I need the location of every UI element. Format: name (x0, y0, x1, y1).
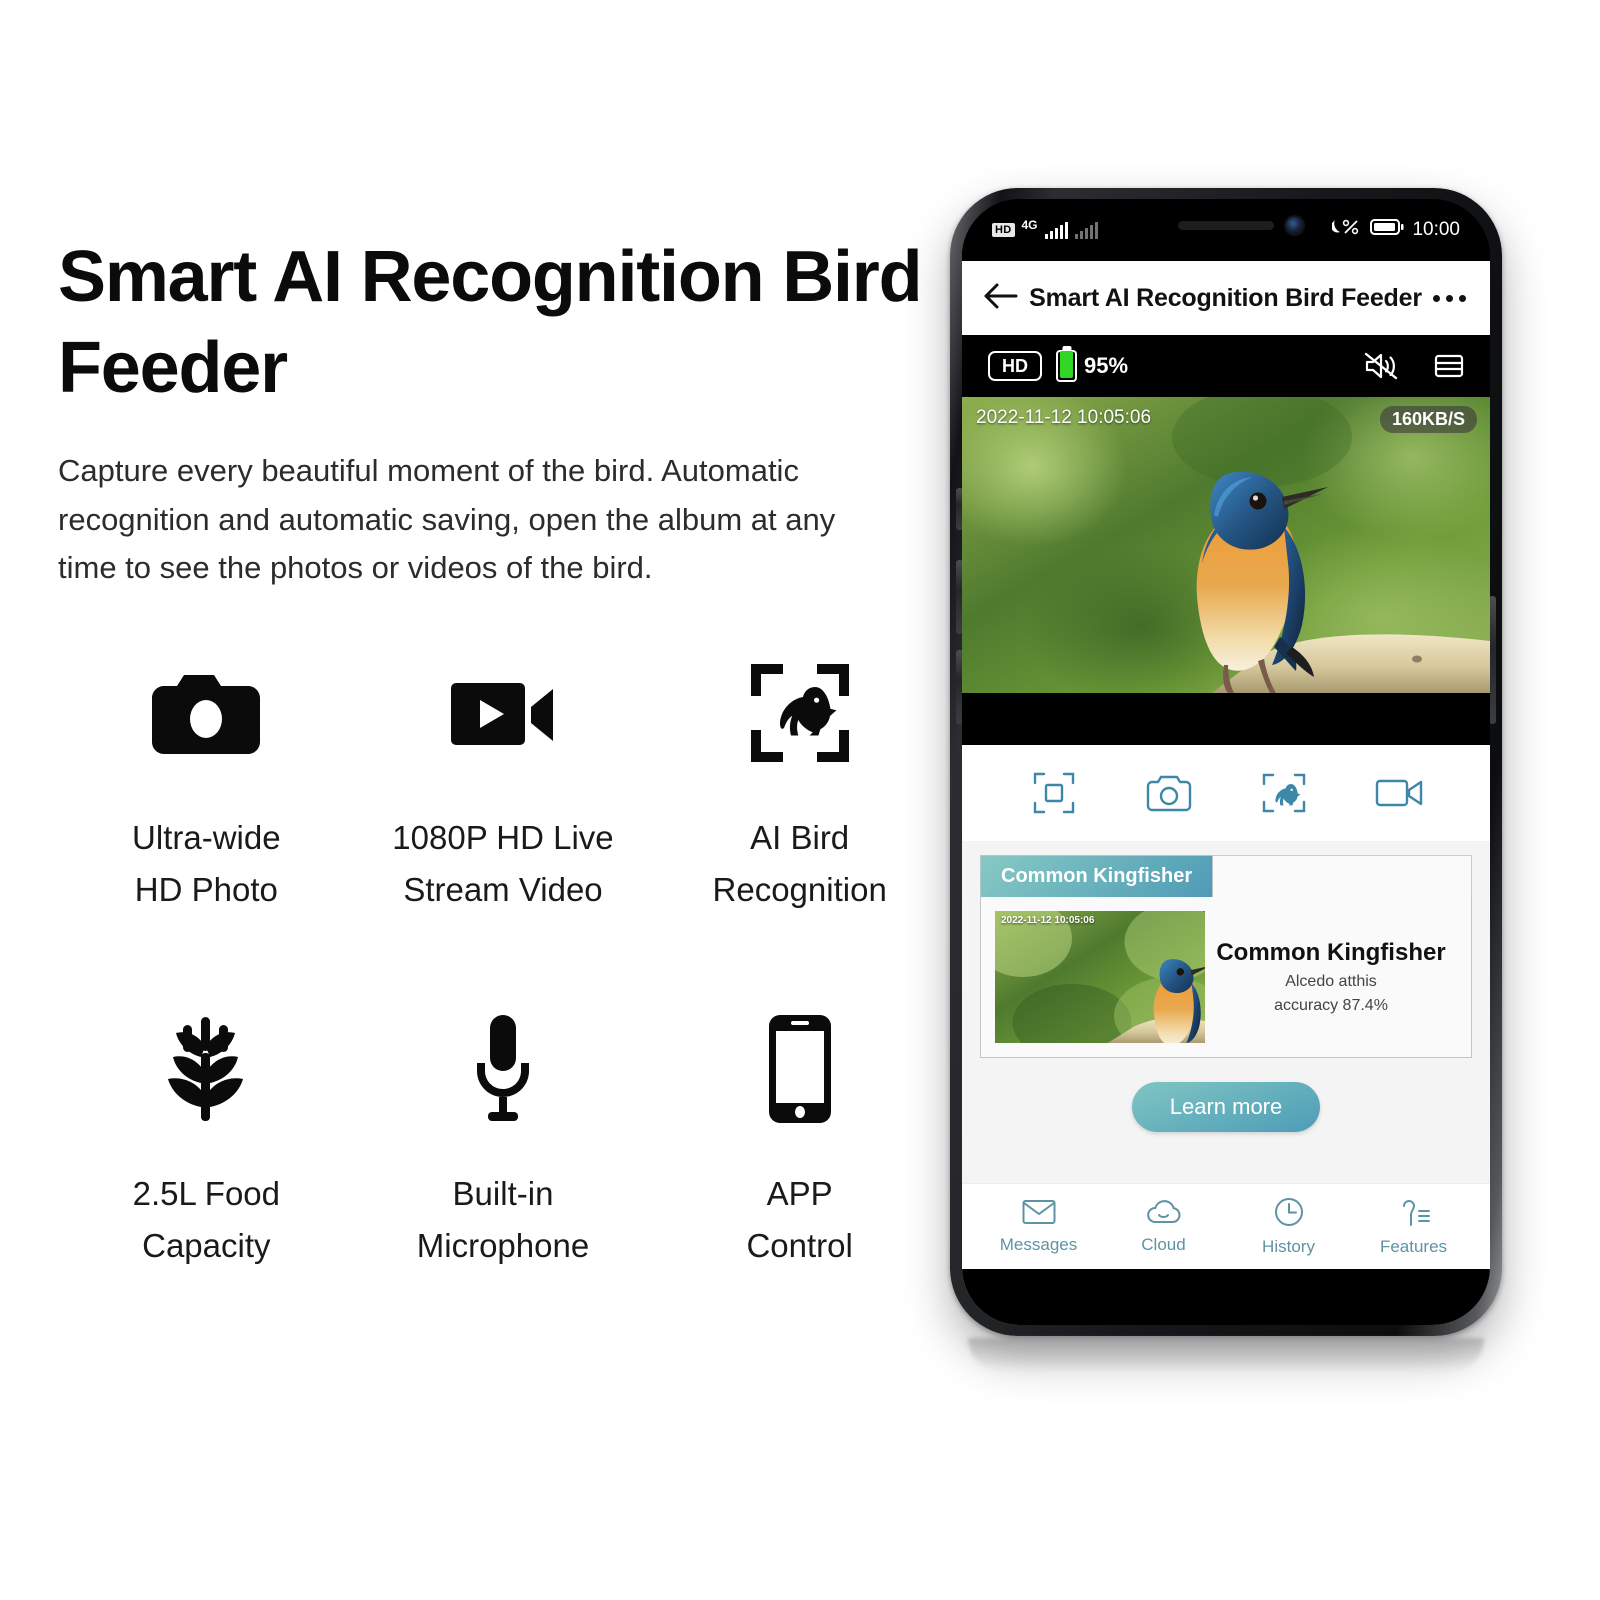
video-frame-image (962, 397, 1490, 693)
nav-label: Features (1379, 1236, 1448, 1256)
detection-thumbnail[interactable]: 2022-11-12 10:05:06 (995, 911, 1205, 1043)
species-info: Common Kingfisher Alcedo atthis accuracy… (1205, 911, 1457, 1043)
back-arrow-icon[interactable] (984, 283, 1018, 314)
video-timestamp: 2022-11-12 10:05:06 (976, 407, 1152, 428)
phone-mockup: HD 4G 10:00 Smart AI Recognition Bird Fe… (938, 180, 1518, 1380)
video-letterbox (962, 693, 1490, 745)
nav-item-messages[interactable]: Messages (976, 1199, 1101, 1255)
bottom-nav-bar: Messages Cloud History Features (962, 1183, 1490, 1269)
content-panel: Common Kingfisher 2022-11-12 10:05:06 Co… (962, 745, 1490, 1325)
tab-filler (1213, 855, 1472, 897)
feature-item-ai-bird-recognition: AI Bird Recognition (651, 648, 948, 1004)
nav-item-features[interactable]: Features (1351, 1197, 1476, 1257)
signal-bars-secondary-icon (1074, 221, 1098, 239)
mail-icon (1022, 1199, 1056, 1230)
device-battery-status: 95% (1056, 350, 1128, 382)
recognition-result-area: Common Kingfisher 2022-11-12 10:05:06 Co… (962, 841, 1490, 1183)
nav-item-cloud[interactable]: Cloud (1101, 1199, 1226, 1255)
power-button[interactable] (1489, 596, 1496, 724)
phone-screen: HD 4G 10:00 Smart AI Recognition Bird Fe… (962, 199, 1490, 1325)
feature-grid: Ultra-wide HD Photo 1080P HD Live Stream… (58, 648, 948, 1360)
battery-icon (1370, 218, 1404, 242)
video-icon[interactable] (1341, 776, 1456, 810)
feature-label: Ultra-wide HD Photo (132, 819, 281, 909)
feature-item-ultra-wide-hd-photo: Ultra-wide HD Photo (58, 648, 355, 1004)
front-camera-icon (1286, 217, 1303, 234)
nav-item-history[interactable]: History (1226, 1197, 1351, 1257)
phone-body: HD 4G 10:00 Smart AI Recognition Bird Fe… (950, 188, 1502, 1336)
camera-icon[interactable] (1111, 774, 1226, 812)
action-toolbar (962, 745, 1490, 841)
bird-scan-icon[interactable] (1226, 773, 1341, 813)
signal-bars-icon (1044, 221, 1068, 239)
video-quality-badge[interactable]: HD (988, 350, 1042, 382)
feature-label: APP Control (746, 1175, 853, 1265)
battery-icon (1056, 350, 1077, 382)
features-icon (1397, 1197, 1431, 1232)
phone-screen-bezel: HD 4G 10:00 Smart AI Recognition Bird Fe… (962, 199, 1490, 1325)
feature-label: Built-in Microphone (416, 1175, 590, 1265)
phone-reflection (968, 1338, 1484, 1372)
recognition-card[interactable]: 2022-11-12 10:05:06 Common Kingfisher Al… (980, 897, 1472, 1058)
split-view-icon[interactable] (1434, 353, 1464, 379)
thumbnail-timestamp: 2022-11-12 10:05:06 (1001, 915, 1095, 926)
feature-item-1080p-hd-live-stream-video: 1080P HD Live Stream Video (355, 648, 652, 1004)
video-play-icon (355, 648, 652, 778)
thumbnail-image (995, 911, 1205, 1043)
bird-scan-icon (651, 648, 948, 778)
live-video-feed[interactable]: 2022-11-12 10:05:06 160KB/S (962, 397, 1490, 693)
clock-icon (1274, 1197, 1304, 1232)
tab-common-kingfisher[interactable]: Common Kingfisher (980, 855, 1214, 897)
camera-icon (58, 648, 355, 778)
feature-label: 2.5L Food Capacity (132, 1175, 281, 1265)
status-bar-time: 10:00 (1412, 219, 1460, 240)
learn-more-wrapper: Learn more (980, 1058, 1472, 1132)
app-header: Smart AI Recognition Bird Feeder (962, 261, 1490, 335)
hero-text-block: Smart AI Recognition Bird Feeder Capture… (58, 232, 938, 593)
recognition-accuracy: accuracy 87.4% (1274, 997, 1388, 1014)
earpiece-speaker (1178, 221, 1274, 230)
video-bitrate-badge: 160KB/S (1379, 406, 1477, 433)
video-toolbar: HD 95% (962, 335, 1490, 397)
species-name: Common Kingfisher (1216, 939, 1446, 966)
dnd-percent-icon (1331, 218, 1362, 242)
learn-more-button[interactable]: Learn more (1131, 1082, 1321, 1132)
nav-label: Cloud (1141, 1234, 1186, 1254)
phone-chin (962, 1269, 1490, 1325)
more-options-icon[interactable] (1433, 294, 1468, 302)
hd-volte-icon: HD (992, 222, 1015, 238)
feature-item-app-control: APP Control (651, 1004, 948, 1360)
nav-label: History (1262, 1236, 1315, 1256)
network-type-label: 4G (1021, 218, 1038, 232)
battery-percent-label: 95% (1084, 353, 1129, 378)
feature-label: 1080P HD Live Stream Video (392, 819, 614, 909)
species-latin-name: Alcedo atthis (1285, 973, 1377, 990)
feature-item-food-capacity: 2.5L Food Capacity (58, 1004, 355, 1360)
cloud-icon (1146, 1199, 1182, 1230)
feature-label: AI Bird Recognition (712, 819, 887, 909)
species-tabs: Common Kingfisher (980, 855, 1472, 897)
nav-label: Messages (999, 1234, 1078, 1254)
status-bar: HD 4G 10:00 (962, 199, 1490, 261)
smartphone-icon (651, 1004, 948, 1134)
feature-item-built-in-microphone: Built-in Microphone (355, 1004, 652, 1360)
microphone-icon (355, 1004, 652, 1134)
promo-page: Smart AI Recognition Bird Feeder Capture… (0, 0, 1600, 1600)
hero-description: Capture every beautiful moment of the bi… (58, 453, 836, 586)
app-header-title: Smart AI Recognition Bird Feeder (1029, 283, 1422, 312)
fullscreen-icon[interactable] (996, 772, 1111, 814)
speaker-muted-icon[interactable] (1364, 352, 1398, 380)
page-title: Smart AI Recognition Bird Feeder (58, 237, 923, 408)
grain-icon (58, 1004, 355, 1134)
